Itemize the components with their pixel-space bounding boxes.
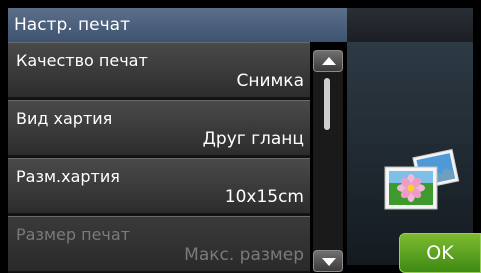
header-right-area — [347, 8, 473, 42]
setting-print-quality[interactable]: Качество печат Снимка — [8, 42, 310, 98]
setting-label: Качество печат — [16, 51, 148, 70]
scroll-up-button[interactable] — [313, 50, 343, 72]
settings-list: Качество печат Снимка Вид хартия Друг гл… — [8, 42, 310, 273]
setting-paper-size[interactable]: Разм.хартия 10x15cm — [8, 158, 310, 214]
setting-label: Разм.хартия — [16, 167, 120, 186]
setting-paper-type[interactable]: Вид хартия Друг гланц — [8, 100, 310, 156]
setting-value: Друг гланц — [202, 129, 304, 149]
setting-value: Макс. размер — [184, 245, 304, 265]
scroll-thumb[interactable] — [324, 78, 330, 130]
setting-print-size: Размер печат Макс. размер — [8, 216, 310, 272]
ok-button[interactable]: OK — [399, 233, 481, 273]
chevron-down-icon — [322, 258, 336, 266]
photo-icon — [384, 148, 460, 210]
setting-value: 10x15cm — [224, 187, 304, 207]
chevron-up-icon — [322, 57, 336, 65]
setting-label: Размер печат — [16, 225, 130, 244]
page-title: Настр. печат — [8, 8, 347, 42]
setting-label: Вид хартия — [16, 109, 113, 128]
scroll-down-button[interactable] — [313, 250, 343, 272]
screen: Настр. печат Качество печат Снимка Вид х… — [0, 0, 481, 273]
setting-value: Снимка — [236, 71, 304, 91]
list-scrollbar[interactable] — [313, 50, 343, 272]
